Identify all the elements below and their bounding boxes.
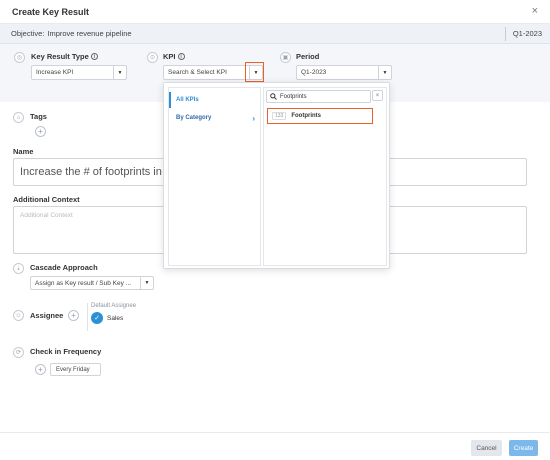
add-assignee-button[interactable]: + <box>68 310 79 321</box>
cascade-approach-label: Cascade Approach <box>30 263 98 272</box>
kpi-results-pane: Footprints × 133 Footprints <box>263 87 387 266</box>
add-frequency-button[interactable]: + <box>35 364 46 375</box>
period-label: Period <box>296 52 320 61</box>
check-icon: ✓ <box>91 312 103 324</box>
cascade-approach-select[interactable]: Assign as Key result / Sub Key ... ▼ <box>30 276 154 290</box>
check-in-frequency-chip[interactable]: Every Friday <box>50 363 101 376</box>
objective-bar: Objective: Improve revenue pipeline Q1-2… <box>0 24 550 44</box>
check-in-frequency-value: Every Friday <box>56 366 90 373</box>
kpi-result-row[interactable]: 133 Footprints <box>267 108 373 124</box>
tags-label: Tags <box>30 112 47 121</box>
check-in-frequency-label: Check in Frequency <box>30 347 102 356</box>
key-result-type-label-text: Key Result Type <box>31 52 89 61</box>
frequency-icon: ⟳ <box>13 347 24 358</box>
assignee-name: Sales <box>107 314 124 322</box>
info-icon[interactable]: i <box>90 53 98 60</box>
cascade-icon: ⇣ <box>13 263 24 274</box>
kpi-search-input[interactable]: Footprints <box>266 90 371 103</box>
chevron-down-icon[interactable]: ▼ <box>140 277 153 289</box>
add-tag-button[interactable]: + <box>35 126 46 137</box>
assignee-label: Assignee <box>30 311 64 320</box>
objective-label: Objective: <box>11 29 45 38</box>
kpi-category-list: All KPIs By Category › <box>168 87 261 266</box>
kpi-label: KPI i <box>163 52 185 61</box>
cancel-button[interactable]: Cancel <box>471 440 502 456</box>
assignee-chip[interactable]: ✓ Sales <box>91 312 136 324</box>
calendar-icon: ▣ <box>280 52 291 63</box>
tab-by-category[interactable]: By Category › <box>169 110 261 126</box>
default-assignee-label: Default Assignee <box>91 303 137 309</box>
kpi-dropdown-panel: All KPIs By Category › Footprints × 133 … <box>163 82 390 269</box>
dialog-title: Create Key Result <box>12 6 90 17</box>
search-icon <box>270 93 277 100</box>
tab-by-category-label: By Category <box>176 115 212 121</box>
name-label: Name <box>13 147 34 156</box>
tag-icon: ⌂ <box>13 112 24 123</box>
kpi-search-value: Footprints <box>280 93 307 100</box>
default-assignee: Default Assignee ✓ Sales <box>87 303 136 331</box>
period-value: Q1-2023 <box>301 69 327 76</box>
dialog-header: Create Key Result × <box>0 0 550 24</box>
target-icon: ◎ <box>14 52 25 63</box>
tab-all-kpis[interactable]: All KPIs <box>169 92 261 108</box>
additional-context-placeholder: Additional Context <box>20 212 73 219</box>
clear-search-button[interactable]: × <box>372 90 383 101</box>
name-value: Increase the # of footprints in th <box>20 166 175 178</box>
cascade-approach-value: Assign as Key result / Sub Key ... <box>35 279 132 287</box>
objective-name: Improve revenue pipeline <box>47 29 132 38</box>
info-icon[interactable]: i <box>177 53 185 60</box>
chevron-down-icon[interactable]: ▼ <box>378 66 391 79</box>
user-icon: ☺ <box>13 310 24 321</box>
tab-all-kpis-label: All KPIs <box>176 97 199 103</box>
create-button[interactable]: Create <box>509 440 538 456</box>
chevron-right-icon: › <box>252 113 255 123</box>
kpi-result-count: 133 <box>272 112 287 120</box>
objective-quarter: Q1-2023 <box>504 26 542 41</box>
create-key-result-dialog: Create Key Result × Objective: Improve r… <box>0 0 550 460</box>
additional-context-label: Additional Context <box>13 195 80 204</box>
kpi-result-name: Footprints <box>291 113 322 119</box>
chevron-down-icon[interactable]: ▼ <box>113 66 126 79</box>
key-result-type-value: Increase KPI <box>36 69 74 76</box>
period-select[interactable]: Q1-2023 ▼ <box>296 65 392 80</box>
close-icon[interactable]: × <box>532 6 538 17</box>
key-result-type-label: Key Result Type i <box>31 52 98 61</box>
kpi-placeholder: Search & Select KPI <box>168 69 227 76</box>
key-result-type-select[interactable]: Increase KPI ▼ <box>31 65 127 80</box>
kpi-caret-highlight <box>245 62 264 82</box>
dialog-footer: Cancel Create <box>0 432 550 460</box>
kpi-icon: ⊙ <box>147 52 158 63</box>
kpi-label-text: KPI <box>163 52 176 61</box>
